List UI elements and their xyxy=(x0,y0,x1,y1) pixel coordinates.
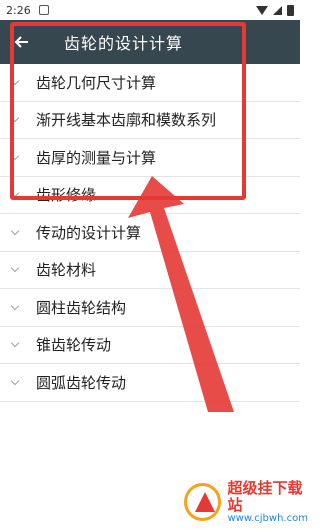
list-item[interactable]: 渐开线基本齿廓和模数系列 xyxy=(0,101,300,139)
list-item[interactable]: 圆柱齿轮结构 xyxy=(0,289,300,327)
list-item-label: 齿轮材料 xyxy=(36,261,97,280)
list-item-label: 圆柱齿轮结构 xyxy=(36,298,127,317)
chevron-down-icon xyxy=(0,301,30,310)
list-item[interactable]: 齿轮材料 xyxy=(0,251,300,289)
arrow-back-icon[interactable] xyxy=(0,20,44,64)
list-item-label: 传动的设计计算 xyxy=(36,223,142,242)
arrow-back-glyph xyxy=(14,36,28,48)
signal-icon xyxy=(273,5,282,15)
app-bar: 齿轮的设计计算 xyxy=(0,20,300,64)
list-item-label: 锥齿轮传动 xyxy=(36,336,112,355)
chevron-down-icon xyxy=(0,151,30,160)
status-time: 2:26 xyxy=(6,3,31,17)
battery-icon xyxy=(287,4,294,16)
list-item-label: 齿轮几何尺寸计算 xyxy=(36,73,157,92)
list-item-label: 圆弧齿轮传动 xyxy=(36,373,127,392)
chevron-down-icon xyxy=(0,189,30,198)
list-item-label: 齿形修缘 xyxy=(36,186,97,205)
wifi-icon xyxy=(256,5,268,15)
site-watermark: 超级挂下载站 www.cjbwh.com xyxy=(184,480,316,524)
watermark-logo-icon xyxy=(184,483,222,521)
watermark-url: www.cjbwh.com xyxy=(227,513,308,524)
list-item[interactable]: 锥齿轮传动 xyxy=(0,326,300,364)
chevron-down-icon xyxy=(0,264,30,273)
list-item[interactable]: 齿轮几何尺寸计算 xyxy=(0,64,300,102)
status-bar: 2:26 xyxy=(0,0,300,20)
list-item-label: 渐开线基本齿廓和模数系列 xyxy=(36,111,217,130)
chevron-down-icon xyxy=(0,226,30,235)
chevron-down-icon xyxy=(0,376,30,385)
list-item[interactable]: 齿形修缘 xyxy=(0,176,300,214)
chevron-down-icon xyxy=(0,339,30,348)
list-item[interactable]: 齿厚的测量与计算 xyxy=(0,139,300,177)
list-item[interactable]: 圆弧齿轮传动 xyxy=(0,364,300,402)
category-list: 齿轮几何尺寸计算 渐开线基本齿廓和模数系列 齿厚的测量与计算 齿形修缘 传动的设… xyxy=(0,64,300,402)
chevron-down-icon xyxy=(0,114,30,123)
page-title: 齿轮的设计计算 xyxy=(64,34,184,53)
status-icons xyxy=(256,4,294,16)
notification-icon xyxy=(38,5,49,15)
watermark-title: 超级挂下载站 xyxy=(227,479,303,514)
list-item-label: 齿厚的测量与计算 xyxy=(36,148,157,167)
watermark-text: 超级挂下载站 www.cjbwh.com xyxy=(227,480,316,524)
list-item[interactable]: 传动的设计计算 xyxy=(0,214,300,252)
chevron-down-icon xyxy=(0,76,30,85)
